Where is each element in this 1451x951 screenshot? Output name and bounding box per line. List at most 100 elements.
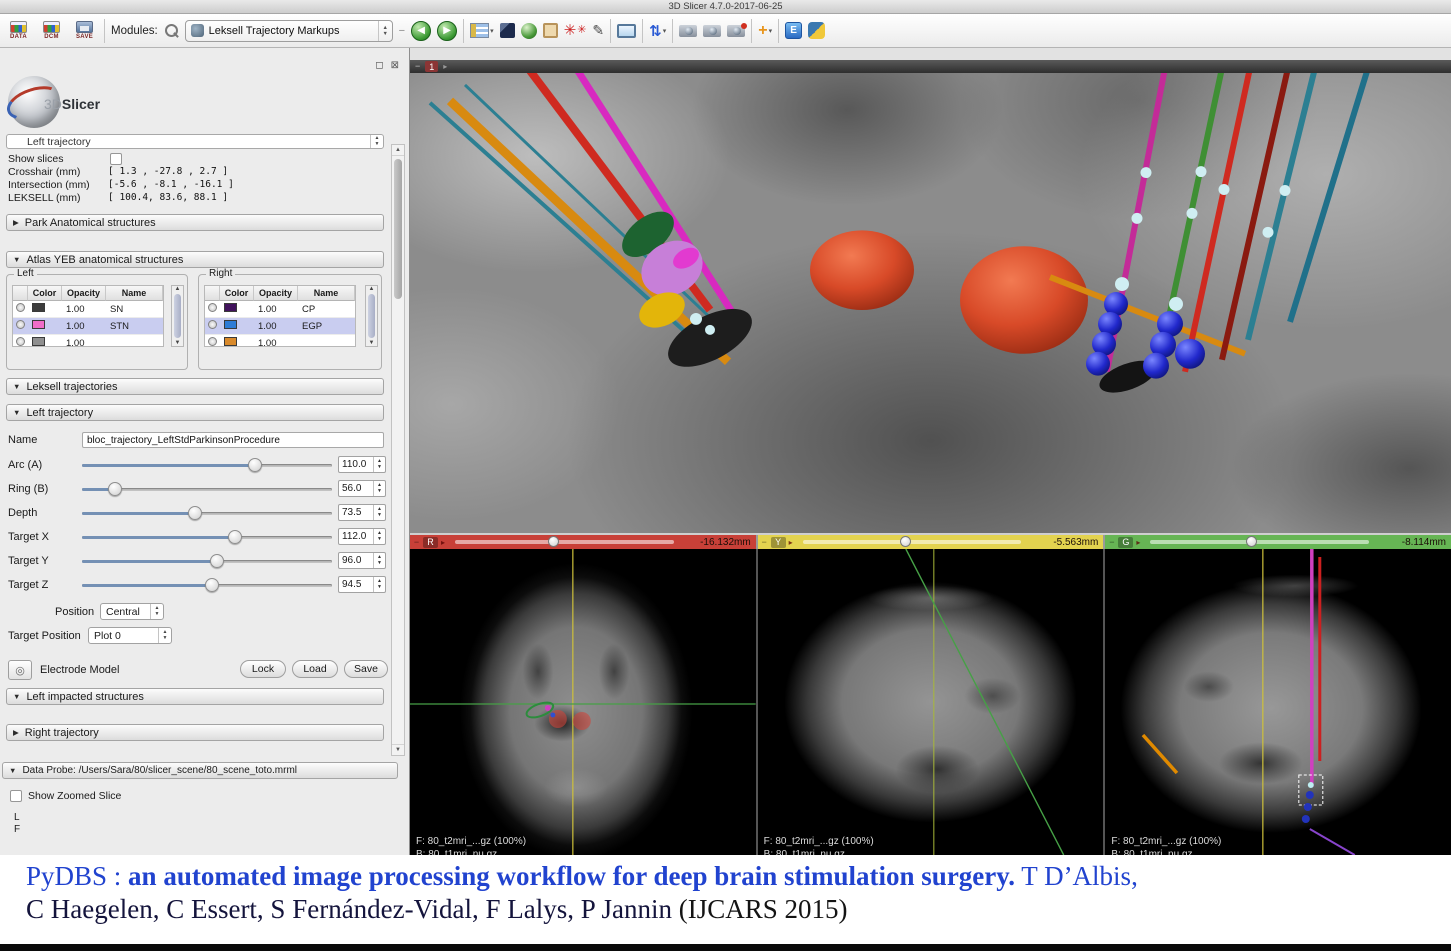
save-button[interactable]: SAVE <box>71 21 98 40</box>
scroll-thumb[interactable] <box>394 159 402 299</box>
yellow-slice-view[interactable]: F: 80_t2mri_...gz (100%) B: 80_t1mri_nu.… <box>758 549 1104 855</box>
view3d-titlebar[interactable]: − 1 ▸ <box>410 60 1451 73</box>
show-3d-view-button[interactable] <box>500 20 515 42</box>
slider-knob[interactable] <box>205 578 219 592</box>
scroll-thumb[interactable] <box>174 294 181 338</box>
spin-arrows[interactable]: ▲▼ <box>373 577 385 592</box>
extensions-manager-button[interactable]: E <box>785 20 802 42</box>
red-slice-view[interactable]: F: 80_t2mri_...gz (100%) B: 80_t1mri_nu.… <box>410 549 756 855</box>
scroll-up-icon[interactable]: ▲ <box>392 145 404 156</box>
module-search-icon[interactable] <box>164 23 179 38</box>
slice-pin-icon[interactable]: ▸ <box>1136 538 1140 547</box>
slider-knob[interactable] <box>228 530 242 544</box>
color-swatch[interactable] <box>224 303 237 312</box>
electrode-model-button[interactable]: ◎ <box>8 660 32 680</box>
table-row[interactable]: 1.00 <box>205 335 355 347</box>
module-history-icon[interactable]: − <box>399 25 405 37</box>
save-model-button[interactable]: Save <box>344 660 388 678</box>
slider-knob[interactable] <box>108 482 122 496</box>
target-z-spinbox[interactable]: 94.5 ▲▼ <box>338 576 386 593</box>
visibility-eye-icon[interactable] <box>208 303 217 312</box>
table-scrollbar[interactable]: ▲ ▼ <box>171 285 184 347</box>
section-atlas-yeb[interactable]: ▼ Atlas YEB anatomical structures <box>6 251 384 268</box>
module-selector-arrows[interactable]: ▲▼ <box>378 21 392 41</box>
panel-close-icon[interactable]: ⊠ <box>391 59 399 73</box>
show-models-button[interactable] <box>521 20 537 42</box>
collapse-slice-icon[interactable]: − <box>758 537 771 547</box>
depth-slider[interactable] <box>82 505 332 521</box>
show-slices-checkbox[interactable] <box>110 153 122 165</box>
view-3d[interactable] <box>410 73 1451 533</box>
collapse-view-icon[interactable]: − <box>415 60 420 73</box>
collapse-slice-icon[interactable]: − <box>410 537 423 547</box>
slider-knob[interactable] <box>210 554 224 568</box>
visibility-eye-icon[interactable] <box>208 337 217 346</box>
lock-button[interactable]: Lock <box>240 660 286 678</box>
slice-slider-handle[interactable] <box>900 536 911 547</box>
section-leksell-trajectories[interactable]: ▼ Leksell trajectories <box>6 378 384 395</box>
capture-view-button[interactable] <box>679 20 697 42</box>
annotation-pencil-button[interactable]: ✎ <box>592 20 604 42</box>
collapse-slice-icon[interactable]: − <box>1105 537 1118 547</box>
section-left-trajectory[interactable]: ▼ Left trajectory <box>6 404 384 421</box>
green-slice-bar[interactable]: − G ▸ -8.114mm <box>1105 535 1451 549</box>
trajectory-name-input[interactable] <box>82 432 384 448</box>
panel-scrollbar[interactable]: ▲ ▼ <box>391 144 405 756</box>
color-swatch[interactable] <box>32 303 45 312</box>
table-row[interactable]: 1.00 <box>13 335 163 347</box>
view3d-pin-icon[interactable]: ▸ <box>443 62 447 71</box>
target-z-slider[interactable] <box>82 577 332 593</box>
capture-sequence-button[interactable] <box>703 20 721 42</box>
table-scrollbar[interactable]: ▲ ▼ <box>365 285 378 347</box>
crosshair-tool-button[interactable]: +▾ <box>758 20 772 42</box>
color-swatch[interactable] <box>32 320 45 329</box>
trajectory-selector-combo[interactable]: Left trajectory ▲▼ <box>6 134 384 149</box>
combo-arrows[interactable]: ▲▼ <box>370 135 383 148</box>
back-button[interactable]: ◀ <box>411 21 431 41</box>
spin-arrows[interactable]: ▲▼ <box>373 553 385 568</box>
slider-knob[interactable] <box>248 458 262 472</box>
green-slice-view[interactable]: F: 80_t2mri_...gz (100%) B: 80_t1mri_nu.… <box>1105 549 1451 855</box>
target-position-combo[interactable]: Plot 0 ▲▼ <box>88 627 172 644</box>
slice-slider-handle[interactable] <box>1246 536 1257 547</box>
combo-arrows[interactable]: ▲▼ <box>158 628 171 643</box>
section-left-impacted[interactable]: ▼ Left impacted structures <box>6 688 384 705</box>
visibility-eye-icon[interactable] <box>16 303 25 312</box>
target-x-slider[interactable] <box>82 529 332 545</box>
table-row[interactable]: 1.00 SN <box>13 301 163 318</box>
visibility-eye-icon[interactable] <box>16 337 25 346</box>
slider-knob[interactable] <box>188 506 202 520</box>
yellow-slice-bar[interactable]: − Y ▸ -5.563mm <box>758 535 1104 549</box>
target-y-slider[interactable] <box>82 553 332 569</box>
place-fiducial-button[interactable]: ✳✳ <box>564 20 587 42</box>
visibility-eye-icon[interactable] <box>208 320 217 329</box>
red-slice-bar[interactable]: − R ▸ -16.132mm <box>410 535 756 549</box>
color-swatch[interactable] <box>32 337 45 346</box>
green-slice-offset-slider[interactable] <box>1150 540 1369 544</box>
table-row[interactable]: 1.00 EGP <box>205 318 355 335</box>
ring-spinbox[interactable]: 56.0 ▲▼ <box>338 480 386 497</box>
spin-arrows[interactable]: ▲▼ <box>373 457 385 472</box>
scroll-down-icon[interactable]: ▼ <box>369 340 375 346</box>
atlas-left-table[interactable]: Color Opacity Name 1.00 SN 1.00 <box>12 285 164 347</box>
spin-arrows[interactable]: ▲▼ <box>373 529 385 544</box>
atlas-right-table[interactable]: Color Opacity Name 1.00 CP 1.00 <box>204 285 356 347</box>
scroll-up-icon[interactable]: ▲ <box>369 286 375 292</box>
layout-selector-button[interactable]: ▾ <box>470 20 494 42</box>
capture-record-button[interactable] <box>727 20 745 42</box>
spin-arrows[interactable]: ▲▼ <box>373 505 385 520</box>
combo-arrows[interactable]: ▲▼ <box>150 604 163 619</box>
scroll-up-icon[interactable]: ▲ <box>175 286 181 292</box>
section-park-anatomical[interactable]: ▶ Park Anatomical structures <box>6 214 384 231</box>
module-selector[interactable]: Leksell Trajectory Markups ▲▼ <box>185 20 393 42</box>
table-row[interactable]: 1.00 STN <box>13 318 163 335</box>
arc-slider[interactable] <box>82 457 332 473</box>
color-swatch[interactable] <box>224 337 237 346</box>
dicom-button[interactable]: DCM <box>38 21 65 40</box>
table-row[interactable]: 1.00 CP <box>205 301 355 318</box>
load-data-button[interactable]: DATA <box>5 21 32 40</box>
forward-button[interactable]: ▶ <box>437 21 457 41</box>
ring-slider[interactable] <box>82 481 332 497</box>
yellow-slice-offset-slider[interactable] <box>803 540 1022 544</box>
scroll-down-icon[interactable]: ▼ <box>175 340 181 346</box>
